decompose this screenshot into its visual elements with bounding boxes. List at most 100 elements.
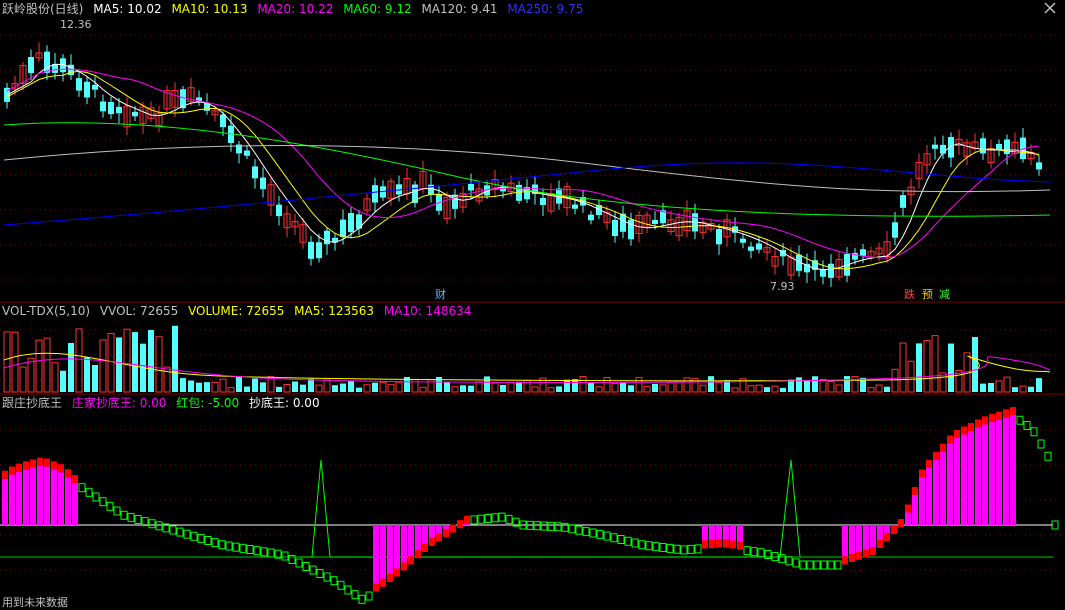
volume-bar bbox=[236, 376, 242, 392]
indicator-bar-magenta bbox=[947, 443, 953, 525]
volume-bar bbox=[43, 337, 51, 393]
indicator-bar-magenta bbox=[37, 465, 43, 525]
candle-down bbox=[860, 249, 866, 256]
indicator-bar-green bbox=[750, 547, 758, 557]
volume-bar bbox=[60, 370, 66, 392]
close-icon[interactable] bbox=[1043, 1, 1057, 15]
volume-bar bbox=[884, 386, 890, 392]
indicator-bar-red bbox=[58, 464, 64, 473]
indicator-bar-red bbox=[723, 539, 729, 548]
candle-down bbox=[316, 242, 322, 259]
volume-bar bbox=[387, 384, 395, 393]
volume-bar bbox=[899, 342, 907, 393]
indicator-bar-green bbox=[85, 487, 93, 497]
volume-bar bbox=[372, 382, 378, 392]
ma5-line bbox=[6, 63, 1040, 271]
indicator-bar-magenta bbox=[30, 467, 36, 525]
indicator-bar-green bbox=[337, 580, 345, 590]
vol-ma10-label: MA10: 148634 bbox=[383, 304, 472, 318]
volume-bar bbox=[475, 381, 483, 393]
volume-bar bbox=[340, 383, 346, 392]
indicator-bar-green bbox=[267, 548, 275, 558]
volume-bar bbox=[507, 381, 515, 393]
indicator-bar-red bbox=[842, 556, 848, 565]
indicator-bar-green bbox=[680, 545, 688, 555]
indicator-bar-red bbox=[947, 435, 953, 444]
volume-bar bbox=[731, 387, 739, 393]
volume-bar bbox=[844, 376, 850, 392]
indicator-bar-red bbox=[9, 466, 15, 475]
volume-bar bbox=[308, 378, 314, 392]
volume-bar bbox=[484, 376, 490, 392]
ma10-label: MA10: 10.13 bbox=[171, 2, 248, 16]
flag-yu[interactable]: 预 bbox=[921, 288, 934, 301]
volume-bar bbox=[283, 384, 291, 393]
indicator-bar-green bbox=[813, 560, 821, 570]
indicator-bar-green bbox=[148, 519, 156, 529]
flag-cai[interactable]: 财 bbox=[434, 288, 447, 301]
candle-down bbox=[900, 195, 906, 208]
indicator-bar-magenta bbox=[72, 483, 78, 525]
volume-bar bbox=[292, 381, 298, 392]
indicator-bar-magenta bbox=[65, 477, 71, 525]
volume-bar bbox=[643, 385, 651, 393]
indicator-bar-green bbox=[197, 533, 205, 543]
volume-bar bbox=[628, 385, 634, 392]
volume-bar bbox=[652, 383, 658, 392]
indicator-bar-green bbox=[260, 547, 268, 557]
flag-die[interactable]: 跌 bbox=[903, 288, 916, 301]
indicator-bar-green bbox=[470, 515, 478, 525]
chaodi-label: 抄底王: 0.00 bbox=[249, 396, 320, 410]
indicator-bar-red bbox=[51, 461, 57, 470]
indicator-bar-green bbox=[155, 521, 163, 531]
indicator-bar-red bbox=[464, 515, 470, 524]
indicator-bar-green bbox=[638, 540, 646, 550]
indicator-bar-magenta bbox=[373, 525, 379, 592]
flag-jian[interactable]: 减 bbox=[938, 288, 951, 301]
volume-bar bbox=[460, 385, 466, 392]
candle-down bbox=[740, 238, 746, 243]
indicator-bar-red bbox=[730, 540, 736, 549]
indicator-bar-green bbox=[610, 533, 618, 543]
indicator-bar-green bbox=[645, 541, 653, 551]
volume-bar bbox=[1003, 376, 1011, 393]
volume-bar bbox=[315, 384, 323, 393]
volume-bar bbox=[219, 378, 227, 393]
candle-down bbox=[92, 84, 98, 90]
volume-bar bbox=[931, 335, 939, 393]
volume-bar bbox=[683, 377, 691, 393]
volume-bar bbox=[363, 384, 371, 393]
indicator-bar-green bbox=[603, 531, 611, 541]
hongbao-label: 红包: -5.00 bbox=[176, 396, 240, 410]
volume-bar bbox=[595, 386, 603, 393]
indicator-header: 跟庄抄底王 庄家抄底王: 0.00 红包: -5.00 抄底王: 0.00 bbox=[2, 395, 326, 411]
volume-bar bbox=[780, 387, 786, 392]
indicator-bar-green bbox=[183, 529, 191, 539]
indicator-bar-magenta bbox=[387, 525, 393, 582]
indicator-bar-green bbox=[225, 541, 233, 551]
volume-bar bbox=[851, 376, 859, 393]
volume-bar bbox=[875, 384, 883, 393]
indicator-bar-green bbox=[582, 527, 590, 537]
indicator-bar-red bbox=[429, 537, 435, 546]
indicator-bar-green bbox=[484, 514, 492, 523]
volume-bar bbox=[123, 328, 131, 393]
volume-bar bbox=[491, 382, 499, 393]
volume-bar bbox=[564, 379, 570, 392]
indicator-bar-green bbox=[295, 558, 303, 568]
candle-down bbox=[132, 111, 138, 117]
indicator-bar-red bbox=[450, 524, 456, 533]
indicator-bar-magenta bbox=[58, 472, 64, 525]
indicator-bar-magenta bbox=[464, 523, 470, 525]
volume-bar bbox=[972, 336, 978, 392]
indicator-bar-red bbox=[1003, 409, 1009, 418]
indicator-bar-green bbox=[757, 548, 765, 558]
indicator-bar-green bbox=[106, 501, 114, 511]
ma20-label: MA20: 10.22 bbox=[257, 2, 334, 16]
indicator-bar-green bbox=[806, 560, 814, 570]
volume-bar bbox=[891, 368, 899, 393]
indicator-bar-red bbox=[856, 551, 862, 560]
indicator-bar-red bbox=[912, 487, 918, 495]
indicator-bar-green bbox=[190, 531, 198, 541]
indicator-bar-red bbox=[975, 419, 981, 428]
